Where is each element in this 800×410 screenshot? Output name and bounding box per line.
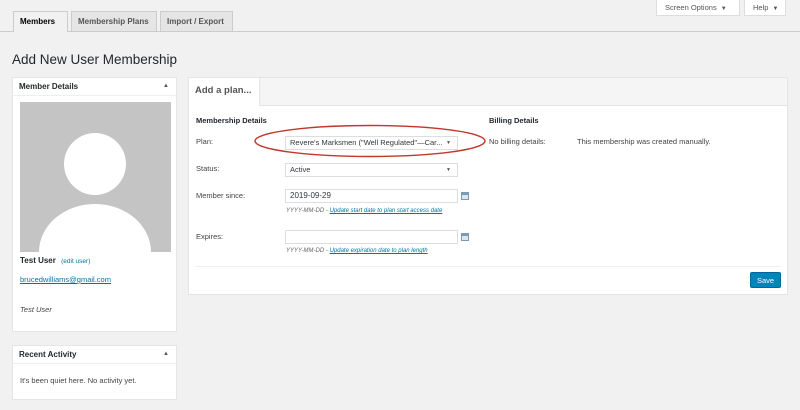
expires-hint: YYYY-MM-DD - Update expiration date to p… bbox=[286, 248, 428, 254]
member-details-box: Member Details ▲ Test User (edit user) b… bbox=[12, 77, 177, 332]
tab-divider bbox=[0, 31, 800, 32]
caret-up-icon[interactable]: ▲ bbox=[163, 78, 169, 95]
member-display-name: Test User bbox=[20, 305, 52, 314]
edit-user-link[interactable]: (edit user) bbox=[61, 258, 90, 265]
panel-divider bbox=[195, 266, 781, 267]
caret-down-icon: ▼ bbox=[720, 6, 727, 12]
status-select-value: Active bbox=[290, 165, 311, 174]
tab-import-export[interactable]: Import / Export bbox=[160, 11, 233, 31]
recent-activity-title: Recent Activity bbox=[19, 350, 77, 359]
billing-details-heading: Billing Details bbox=[489, 116, 539, 125]
expires-label: Expires: bbox=[196, 232, 224, 241]
status-label: Status: bbox=[196, 164, 220, 173]
billing-value: This membership was created manually. bbox=[577, 137, 711, 146]
caret-up-icon[interactable]: ▲ bbox=[163, 346, 169, 363]
recent-activity-empty: It's been quiet here. No activity yet. bbox=[20, 376, 137, 385]
calendar-icon[interactable] bbox=[461, 192, 469, 200]
update-expiration-date-link[interactable]: Update expiration date to plan length bbox=[330, 248, 428, 254]
member-since-hint: YYYY-MM-DD - Update start date to plan s… bbox=[286, 208, 442, 214]
tab-members-label: Members bbox=[20, 17, 56, 26]
calendar-icon[interactable] bbox=[461, 233, 469, 241]
help-label: Help bbox=[753, 3, 769, 12]
help-button[interactable]: Help ▼ bbox=[744, 0, 786, 16]
member-since-input[interactable]: 2019-09-29 bbox=[285, 189, 458, 203]
avatar-silhouette-icon bbox=[39, 133, 151, 252]
page-title: Add New User Membership bbox=[12, 52, 178, 67]
expires-hint-format: YYYY-MM-DD - bbox=[286, 248, 330, 254]
member-email-link[interactable]: brucedwilliams@gmail.com bbox=[20, 275, 111, 284]
tab-import-export-label: Import / Export bbox=[167, 17, 224, 26]
billing-label: No billing details: bbox=[489, 137, 546, 146]
save-button[interactable]: Save bbox=[750, 272, 781, 288]
member-since-hint-format: YYYY-MM-DD - bbox=[286, 208, 330, 214]
member-name-row: Test User (edit user) bbox=[20, 256, 90, 265]
chevron-down-icon: ▼ bbox=[446, 167, 451, 173]
status-select[interactable]: Active ▼ bbox=[285, 163, 458, 177]
recent-activity-box: Recent Activity ▲ It's been quiet here. … bbox=[12, 345, 177, 400]
member-since-label: Member since: bbox=[196, 191, 246, 200]
annotation-ellipse bbox=[254, 124, 486, 158]
member-details-header[interactable]: Member Details ▲ bbox=[13, 78, 176, 96]
caret-down-icon: ▼ bbox=[772, 6, 779, 12]
update-start-date-link[interactable]: Update start date to plan start access d… bbox=[330, 208, 443, 214]
tab-members[interactable]: Members bbox=[13, 11, 68, 32]
tab-membership-plans[interactable]: Membership Plans bbox=[71, 11, 157, 31]
add-plan-tab[interactable]: Add a plan... bbox=[189, 78, 260, 106]
plan-panel: Add a plan... Membership Details Billing… bbox=[188, 77, 788, 295]
member-details-title: Member Details bbox=[19, 82, 79, 91]
plan-panel-tabbar bbox=[189, 78, 787, 106]
expires-input[interactable] bbox=[285, 230, 458, 244]
tab-membership-plans-label: Membership Plans bbox=[78, 17, 149, 26]
recent-activity-header[interactable]: Recent Activity ▲ bbox=[13, 346, 176, 364]
screen-options-button[interactable]: Screen Options ▼ bbox=[656, 0, 740, 16]
member-name: Test User bbox=[20, 256, 56, 265]
avatar bbox=[20, 102, 171, 252]
screen-options-label: Screen Options bbox=[665, 3, 717, 12]
plan-label: Plan: bbox=[196, 137, 214, 146]
